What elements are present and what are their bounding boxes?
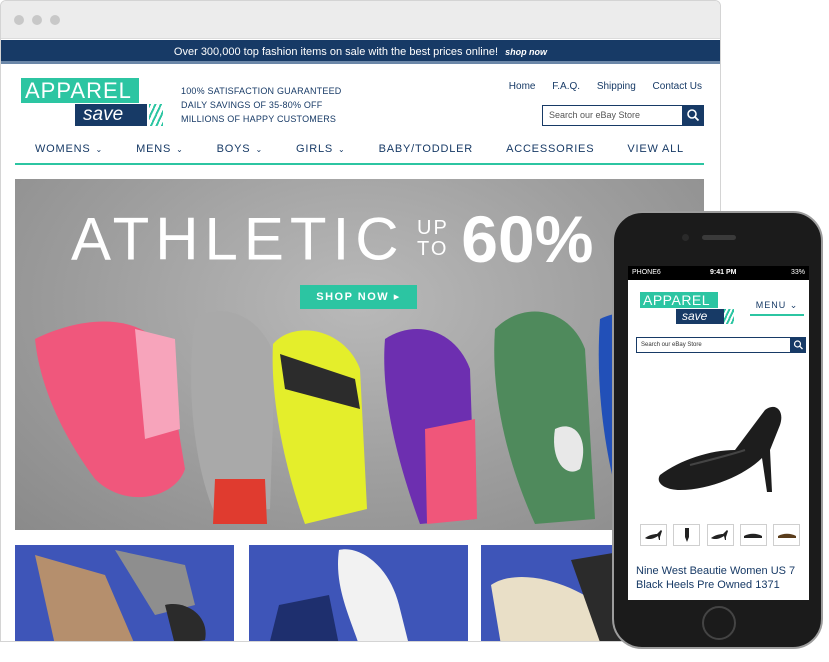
battery-label: 33%	[790, 269, 805, 276]
taglines: 100% SATISFACTION GUARANTEED DAILY SAVIN…	[181, 84, 341, 126]
hero-up-to: UP TO	[417, 218, 449, 260]
nav-baby-toddler[interactable]: BABY/TODDLER	[379, 138, 473, 163]
logo-apparel: APPAREL	[21, 78, 139, 103]
flats-image	[270, 549, 408, 641]
search-button[interactable]	[683, 105, 704, 126]
thumbnail[interactable]	[706, 524, 734, 546]
hero-to: TO	[417, 238, 449, 260]
promo-text: Over 300,000 top fashion items on sale w…	[173, 46, 498, 58]
browser-chrome	[1, 1, 720, 39]
window-close-dot[interactable]	[14, 15, 24, 25]
logo-save: save	[75, 104, 147, 126]
nav-accessories[interactable]: ACCESSORIES	[506, 138, 594, 163]
thumbnail[interactable]	[739, 524, 767, 546]
menu-label: MENU	[755, 300, 787, 310]
mobile-screen: PHONE6 9:41 PM 33% APPAREL save MENU ⌄ S…	[628, 266, 809, 600]
nav-label: VIEW ALL	[627, 143, 684, 155]
heel-thumb-image	[684, 528, 689, 542]
phone-home-button[interactable]	[702, 606, 736, 640]
chevron-down-icon: ⌄	[789, 300, 799, 310]
status-time: 9:41 PM	[710, 269, 737, 276]
logo-stripes	[724, 309, 734, 324]
site-logo[interactable]: APPAREL save	[21, 78, 163, 128]
nav-label: GIRLS	[296, 143, 334, 155]
thumbnail[interactable]	[640, 524, 667, 546]
search-input[interactable]: Search our eBay Store	[542, 105, 683, 126]
shop-now-label: SHOP NOW	[316, 291, 390, 303]
status-bar: PHONE6 9:41 PM 33%	[628, 266, 809, 280]
thumbnail[interactable]	[773, 524, 800, 546]
logo-apparel: APPAREL	[640, 292, 718, 308]
nav-label: MENS	[136, 143, 172, 155]
logo-save: save	[676, 309, 724, 324]
category-tile[interactable]	[15, 545, 234, 641]
mobile-logo[interactable]: APPAREL save	[640, 292, 735, 326]
tagline: DAILY SAVINGS OF 35-80% OFF	[181, 100, 323, 110]
nav-girls[interactable]: GIRLS ⌄	[296, 138, 346, 163]
shop-now-button[interactable]: SHOP NOW ▸	[300, 285, 417, 309]
main-nav: WOMENS ⌄ MENS ⌄ BOYS ⌄ GIRLS ⌄ BABY/TODDLER …	[15, 138, 704, 165]
heels-image	[35, 550, 206, 641]
mobile-phone-mockup: PHONE6 9:41 PM 33% APPAREL save MENU ⌄ S…	[612, 211, 823, 649]
thumbnail[interactable]	[673, 524, 701, 546]
nav-womens[interactable]: WOMENS ⌄	[35, 138, 103, 163]
nav-label: WOMENS	[35, 143, 91, 155]
search-icon	[687, 109, 700, 122]
mobile-search-button[interactable]	[791, 337, 806, 353]
nav-mens[interactable]: MENS ⌄	[136, 138, 184, 163]
hero-headline: ATHLETIC UPTO 60% OFF	[71, 201, 704, 277]
home-link[interactable]: Home	[509, 81, 536, 92]
tagline: MILLIONS OF HAPPY CUSTOMERS	[181, 114, 337, 124]
heel-thumb-image	[711, 530, 728, 540]
top-links: Home F.A.Q. Shipping Contact Us	[495, 81, 702, 92]
chevron-down-icon: ⌄	[255, 145, 263, 154]
hero-up: UP	[417, 217, 449, 239]
search-icon	[793, 340, 803, 350]
mobile-search-bar: Search our eBay Store	[636, 337, 806, 353]
product-title[interactable]: Nine West Beautie Women US 7 Black Heels…	[636, 564, 806, 592]
window-minimize-dot[interactable]	[32, 15, 42, 25]
heel-thumb-image	[644, 530, 662, 540]
window-maximize-dot[interactable]	[50, 15, 60, 25]
hero-banner[interactable]: ATHLETIC UPTO 60% OFF SHOP NOW ▸	[15, 179, 704, 530]
shop-now-link[interactable]: shop now	[505, 47, 547, 57]
chevron-down-icon: ⌄	[95, 145, 104, 154]
mobile-menu-button[interactable]: MENU ⌄	[750, 300, 804, 316]
promo-banner: Over 300,000 top fashion items on sale w…	[1, 40, 720, 64]
category-tile[interactable]	[249, 545, 468, 641]
heel-thumb-image	[777, 533, 796, 538]
phone-speaker	[702, 235, 736, 240]
heel-thumb-image	[744, 533, 763, 538]
product-image-heel	[658, 406, 782, 492]
category-tiles	[15, 545, 704, 641]
chevron-down-icon: ⌄	[176, 145, 184, 154]
product-thumbnails	[640, 524, 800, 546]
nav-label: BABY/TODDLER	[378, 143, 473, 155]
carrier-label: PHONE6	[632, 269, 661, 276]
shipping-link[interactable]: Shipping	[597, 81, 636, 92]
logo-stripes	[149, 104, 163, 126]
tagline: 100% SATISFACTION GUARANTEED	[181, 86, 342, 96]
mobile-search-input[interactable]: Search our eBay Store	[636, 337, 791, 353]
hero-word: ATHLETIC	[71, 205, 405, 273]
nav-boys[interactable]: BOYS ⌄	[217, 138, 263, 163]
faq-link[interactable]: F.A.Q.	[552, 81, 580, 92]
search-bar: Search our eBay Store	[542, 105, 704, 126]
caret-right-icon: ▸	[393, 291, 401, 303]
contact-us-link[interactable]: Contact Us	[653, 81, 702, 92]
nav-label: BOYS	[216, 143, 251, 155]
nav-view-all[interactable]: VIEW ALL	[627, 138, 684, 163]
nav-label: ACCESSORIES	[506, 143, 595, 155]
chevron-down-icon: ⌄	[338, 145, 346, 154]
phone-camera	[682, 234, 689, 241]
